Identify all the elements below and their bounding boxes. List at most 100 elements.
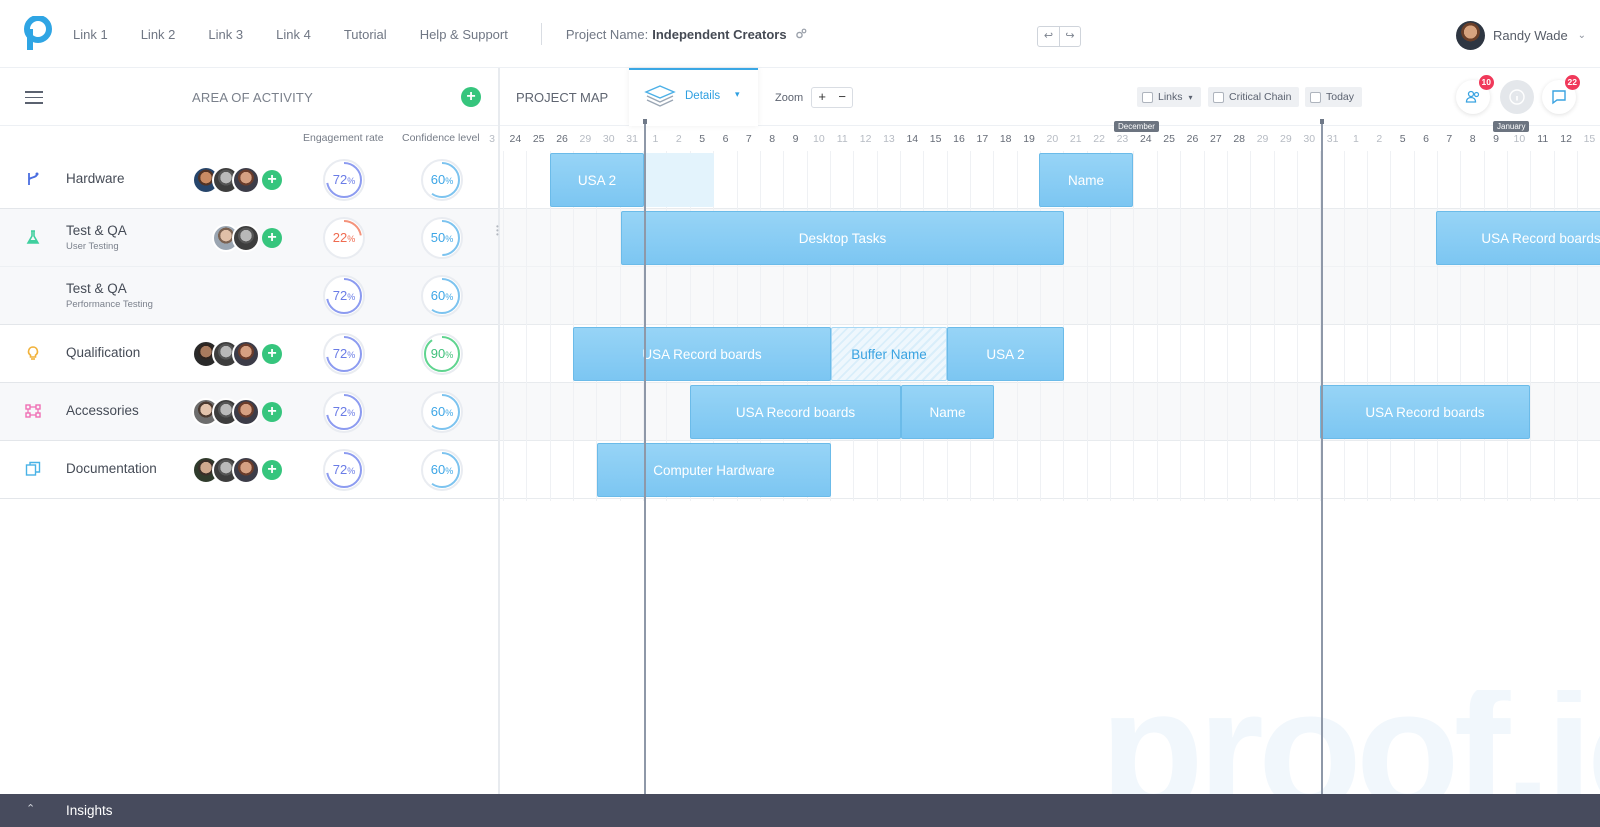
task-bar[interactable]: USA 2 <box>550 153 644 207</box>
timeline-marker-start[interactable] <box>643 119 647 794</box>
chevron-up-icon[interactable]: ⌃ <box>26 802 35 815</box>
member-avatars[interactable]: + <box>192 166 282 194</box>
user-menu[interactable]: Randy Wade ⌄ <box>1456 21 1586 50</box>
task-bar[interactable]: Desktop Tasks <box>621 211 1064 265</box>
engagement-ring: 72% <box>322 158 366 202</box>
chat-button[interactable]: 22 <box>1542 75 1580 114</box>
grid-line <box>1180 151 1181 501</box>
grid-line <box>877 151 878 501</box>
project-name[interactable]: Independent Creators <box>652 27 786 42</box>
grid-line <box>1017 151 1018 501</box>
insights-bar[interactable]: ⌃ Insights <box>0 794 1600 827</box>
details-dropdown[interactable]: Details ▾ <box>629 68 758 126</box>
member-avatars[interactable]: + <box>192 340 282 368</box>
app-logo-icon[interactable] <box>24 16 52 50</box>
add-member-button[interactable]: + <box>262 170 282 190</box>
confidence-value: 60 <box>430 404 446 419</box>
percent-sign: % <box>347 466 356 476</box>
timeline-day: 19 <box>1023 133 1035 145</box>
undo-button[interactable]: ↩ <box>1038 27 1059 46</box>
redo-button[interactable]: ↪ <box>1059 27 1080 46</box>
nav-link-3[interactable]: Link 3 <box>208 27 243 42</box>
project-settings-gear-icon[interactable] <box>795 28 807 40</box>
task-bar-placeholder[interactable] <box>644 153 714 207</box>
timeline-day: 11 <box>836 133 848 145</box>
add-member-button[interactable]: + <box>262 402 282 422</box>
checkbox[interactable] <box>1142 91 1153 103</box>
area-name: Accessories <box>66 403 139 418</box>
confidence-level-header: Confidence level <box>402 132 480 144</box>
zoom-out-button[interactable]: − <box>832 88 852 107</box>
buffer-bar[interactable]: Buffer Name <box>831 327 947 381</box>
timeline-day: 17 <box>976 133 989 145</box>
area-row-test-qa-performance[interactable]: Test & QA Performance Testing 72% 60% <box>0 267 499 325</box>
grid-line <box>1204 151 1205 501</box>
column-headers: Engagement rate Confidence level <box>0 126 499 151</box>
grid-line <box>1157 151 1158 501</box>
nav-link-4[interactable]: Link 4 <box>276 27 311 42</box>
links-filter[interactable]: Links ▾ <box>1137 87 1201 107</box>
area-row-qualification[interactable]: Qualification + 72% 90% <box>0 325 499 383</box>
critical-chain-filter[interactable]: Critical Chain <box>1208 87 1300 107</box>
task-bar[interactable]: USA Record boards <box>1320 385 1530 439</box>
member-avatars[interactable]: + <box>212 224 282 252</box>
drag-handle-icon[interactable]: • • • <box>496 223 499 239</box>
member-avatars[interactable]: + <box>192 456 282 484</box>
timeline-day: 25 <box>1163 133 1175 145</box>
checkbox[interactable] <box>1213 91 1224 103</box>
critical-chain-label: Critical Chain <box>1229 91 1292 103</box>
task-bar[interactable]: USA Record boards <box>1436 211 1600 265</box>
add-member-button[interactable]: + <box>262 344 282 364</box>
area-name: Test & QA <box>66 223 127 238</box>
task-bar[interactable]: Name <box>1039 153 1133 207</box>
confidence-value: 60 <box>430 172 446 187</box>
area-row-hardware[interactable]: Hardware + 72% 60% <box>0 151 499 209</box>
timeline-day: 26 <box>1186 133 1199 145</box>
task-bar[interactable]: Name <box>901 385 994 439</box>
timeline-day: 29 <box>1256 133 1269 145</box>
percent-sign: % <box>347 234 356 244</box>
nav-help-support[interactable]: Help & Support <box>420 27 508 42</box>
gantt-row <box>500 267 1600 325</box>
nav-tutorial[interactable]: Tutorial <box>344 27 387 42</box>
area-row-accessories[interactable]: Accessories + 72% 60% <box>0 383 499 441</box>
percent-sign: % <box>347 408 356 418</box>
timeline-day: 27 <box>1210 133 1222 145</box>
task-bar[interactable]: Computer Hardware <box>597 443 831 497</box>
grid-line <box>1367 151 1368 501</box>
task-bar[interactable]: USA Record boards <box>690 385 901 439</box>
timeline-day: 12 <box>1560 133 1572 145</box>
today-filter[interactable]: Today <box>1305 87 1363 107</box>
grid-line <box>1554 151 1555 501</box>
confidence-ring: 60% <box>420 390 464 434</box>
timeline-day: 10 <box>1513 133 1526 145</box>
zoom-in-button[interactable]: + <box>812 88 832 107</box>
team-button[interactable]: 10 <box>1456 75 1494 114</box>
lightbulb-icon <box>27 346 39 360</box>
confidence-ring: 60% <box>420 274 464 318</box>
flask-icon <box>26 230 40 244</box>
task-bar[interactable]: USA Record boards <box>573 327 831 381</box>
add-area-button[interactable]: + <box>461 87 481 107</box>
area-panel-header: AREA OF ACTIVITY + <box>0 68 499 126</box>
grid-line <box>1460 151 1461 501</box>
add-member-button[interactable]: + <box>262 228 282 248</box>
timeline-day: 11 <box>1537 133 1549 145</box>
confidence-value: 60 <box>430 288 446 303</box>
checkbox[interactable] <box>1310 91 1321 103</box>
area-row-documentation[interactable]: Documentation + 72% 60% <box>0 441 499 499</box>
nav-link-1[interactable]: Link 1 <box>73 27 108 42</box>
hamburger-menu-icon[interactable] <box>25 91 43 104</box>
grid-line <box>1250 151 1251 501</box>
task-bar[interactable]: USA 2 <box>947 327 1064 381</box>
engagement-value: 72 <box>332 462 348 477</box>
timeline-marker-end[interactable] <box>1320 119 1324 794</box>
member-avatars[interactable]: + <box>192 398 282 426</box>
area-row-test-qa-user[interactable]: Test & QA User Testing + 22% 50% <box>0 209 499 267</box>
info-button[interactable] <box>1500 80 1534 114</box>
area-subname: Performance Testing <box>66 299 153 310</box>
grid-line <box>1227 151 1228 501</box>
timeline-day: 25 <box>532 133 545 145</box>
add-member-button[interactable]: + <box>262 460 282 480</box>
nav-link-2[interactable]: Link 2 <box>141 27 176 42</box>
